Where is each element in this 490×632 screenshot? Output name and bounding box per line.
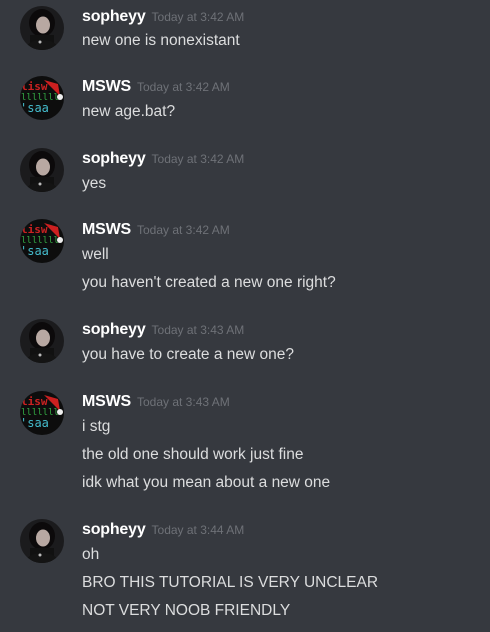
message-text: well [82, 246, 109, 263]
msws-avatar-icon[interactable]: lisw lllllll 'saa [20, 219, 64, 263]
timestamp: Today at 3:43 AM [136, 395, 230, 409]
timestamp: Today at 3:42 AM [151, 10, 245, 24]
svg-text:lisw: lisw [21, 80, 48, 93]
timestamp: Today at 3:42 AM [136, 223, 230, 237]
svg-text:'saa: 'saa [20, 416, 49, 430]
message-header: MSWS Today at 3:43 AM [82, 393, 230, 413]
message-header: MSWS Today at 3:42 AM [82, 78, 230, 98]
timestamp: Today at 3:42 AM [136, 80, 230, 94]
message-text: new age.bat? [82, 103, 176, 120]
message-header: sopheyy Today at 3:42 AM [82, 8, 244, 28]
message-header: MSWS Today at 3:42 AM [82, 221, 230, 241]
sopheyy-avatar-icon[interactable] [20, 6, 64, 50]
message-header: sopheyy Today at 3:43 AM [82, 321, 244, 341]
message-text: the old one should work just fine [82, 446, 304, 463]
msws-avatar-icon[interactable]: lisw lllllll 'saa [20, 391, 64, 435]
author-name[interactable]: sopheyy [82, 150, 146, 167]
message-text: new one is nonexistant [82, 32, 240, 49]
sopheyy-avatar-icon[interactable] [20, 148, 64, 192]
timestamp: Today at 3:43 AM [151, 323, 245, 337]
timestamp: Today at 3:44 AM [151, 523, 245, 537]
author-name[interactable]: sopheyy [82, 8, 146, 25]
message-text: you haven't created a new one right? [82, 274, 336, 291]
sopheyy-avatar-icon[interactable] [20, 319, 64, 363]
svg-text:lisw: lisw [21, 223, 48, 236]
message-header: sopheyy Today at 3:44 AM [82, 521, 244, 541]
timestamp: Today at 3:42 AM [151, 152, 245, 166]
message-text: idk what you mean about a new one [82, 474, 331, 491]
sopheyy-avatar-icon[interactable] [20, 519, 64, 563]
message-text: NOT VERY NOOB FRIENDLY [82, 602, 291, 619]
svg-text:'saa: 'saa [20, 101, 49, 115]
message-text: you have to create a new one? [82, 346, 294, 363]
author-name[interactable]: MSWS [82, 393, 131, 410]
author-name[interactable]: sopheyy [82, 321, 146, 338]
author-name[interactable]: MSWS [82, 221, 131, 238]
message-header: sopheyy Today at 3:42 AM [82, 150, 244, 170]
svg-text:'saa: 'saa [20, 244, 49, 258]
message-text: yes [82, 175, 107, 192]
author-name[interactable]: sopheyy [82, 521, 146, 538]
message-text: oh [82, 546, 100, 563]
svg-text:lisw: lisw [21, 395, 48, 408]
message-text: BRO THIS TUTORIAL IS VERY UNCLEAR [82, 574, 379, 591]
message-text: i stg [82, 418, 111, 435]
msws-avatar-icon[interactable]: lisw lllllll 'saa [20, 76, 64, 120]
author-name[interactable]: MSWS [82, 78, 131, 95]
